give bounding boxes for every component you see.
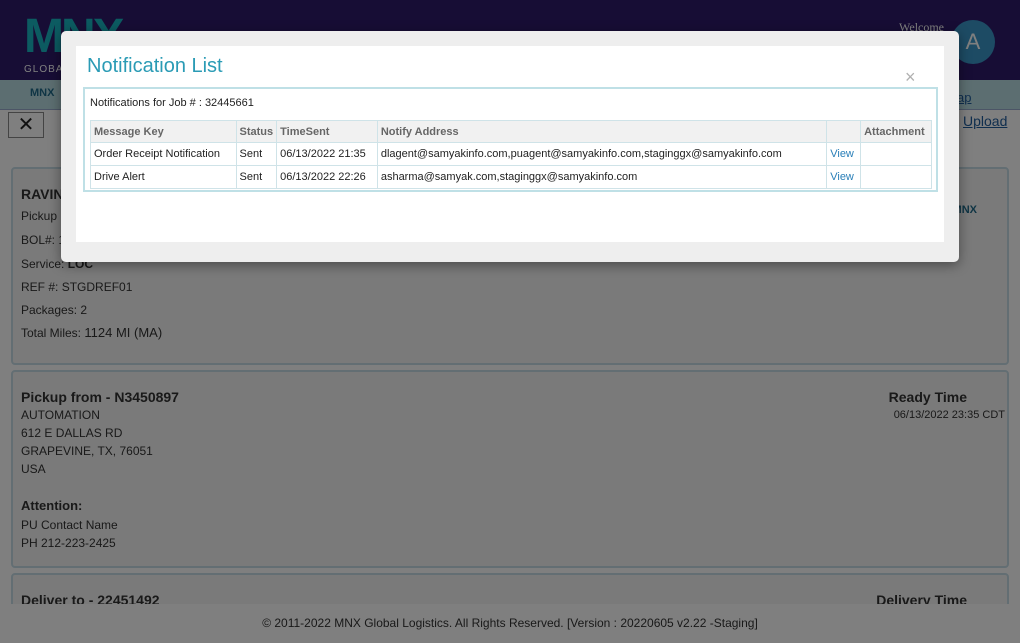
view-cell: View — [826, 165, 862, 189]
attachment-cell — [860, 142, 932, 166]
status-cell: Sent — [235, 142, 278, 166]
modal-title: Notification List — [87, 55, 223, 77]
attachment-cell — [860, 165, 932, 189]
notification-box: Notifications for Job # : 32445661 Messa… — [83, 87, 938, 192]
time-sent-cell: 06/13/2022 22:26 — [276, 165, 378, 189]
column-header-time-sent: TimeSent — [276, 120, 378, 143]
table-row: Drive Alert Sent 06/13/2022 22:26 asharm… — [90, 165, 932, 189]
close-icon[interactable]: × — [905, 68, 916, 86]
column-header-notify-address: Notify Address — [376, 120, 828, 143]
notification-list-modal: Notification List × Notifications for Jo… — [61, 31, 959, 262]
column-header-message-key: Message Key — [90, 120, 237, 143]
notification-table: Message Key Status TimeSent Notify Addre… — [90, 120, 932, 189]
time-sent-cell: 06/13/2022 21:35 — [276, 142, 378, 166]
message-key-cell: Drive Alert — [90, 165, 237, 189]
table-row: Order Receipt Notification Sent 06/13/20… — [90, 142, 932, 166]
notify-address-cell: asharma@samyak.com,staginggx@samyakinfo.… — [376, 165, 828, 189]
column-header-status: Status — [235, 120, 278, 143]
job-number-label: Notifications for Job # : 32445661 — [90, 97, 254, 109]
table-header-row: Message Key Status TimeSent Notify Addre… — [90, 120, 932, 143]
view-link[interactable]: View — [830, 171, 854, 183]
view-link[interactable]: View — [830, 148, 854, 160]
notify-address-cell: dlagent@samyakinfo.com,puagent@samyakinf… — [376, 142, 828, 166]
view-cell: View — [826, 142, 862, 166]
column-header-attachment: Attachment — [860, 120, 932, 143]
modal-content: Notification List × Notifications for Jo… — [76, 46, 944, 242]
message-key-cell: Order Receipt Notification — [90, 142, 237, 166]
status-cell: Sent — [235, 165, 278, 189]
column-header-view — [826, 120, 862, 143]
